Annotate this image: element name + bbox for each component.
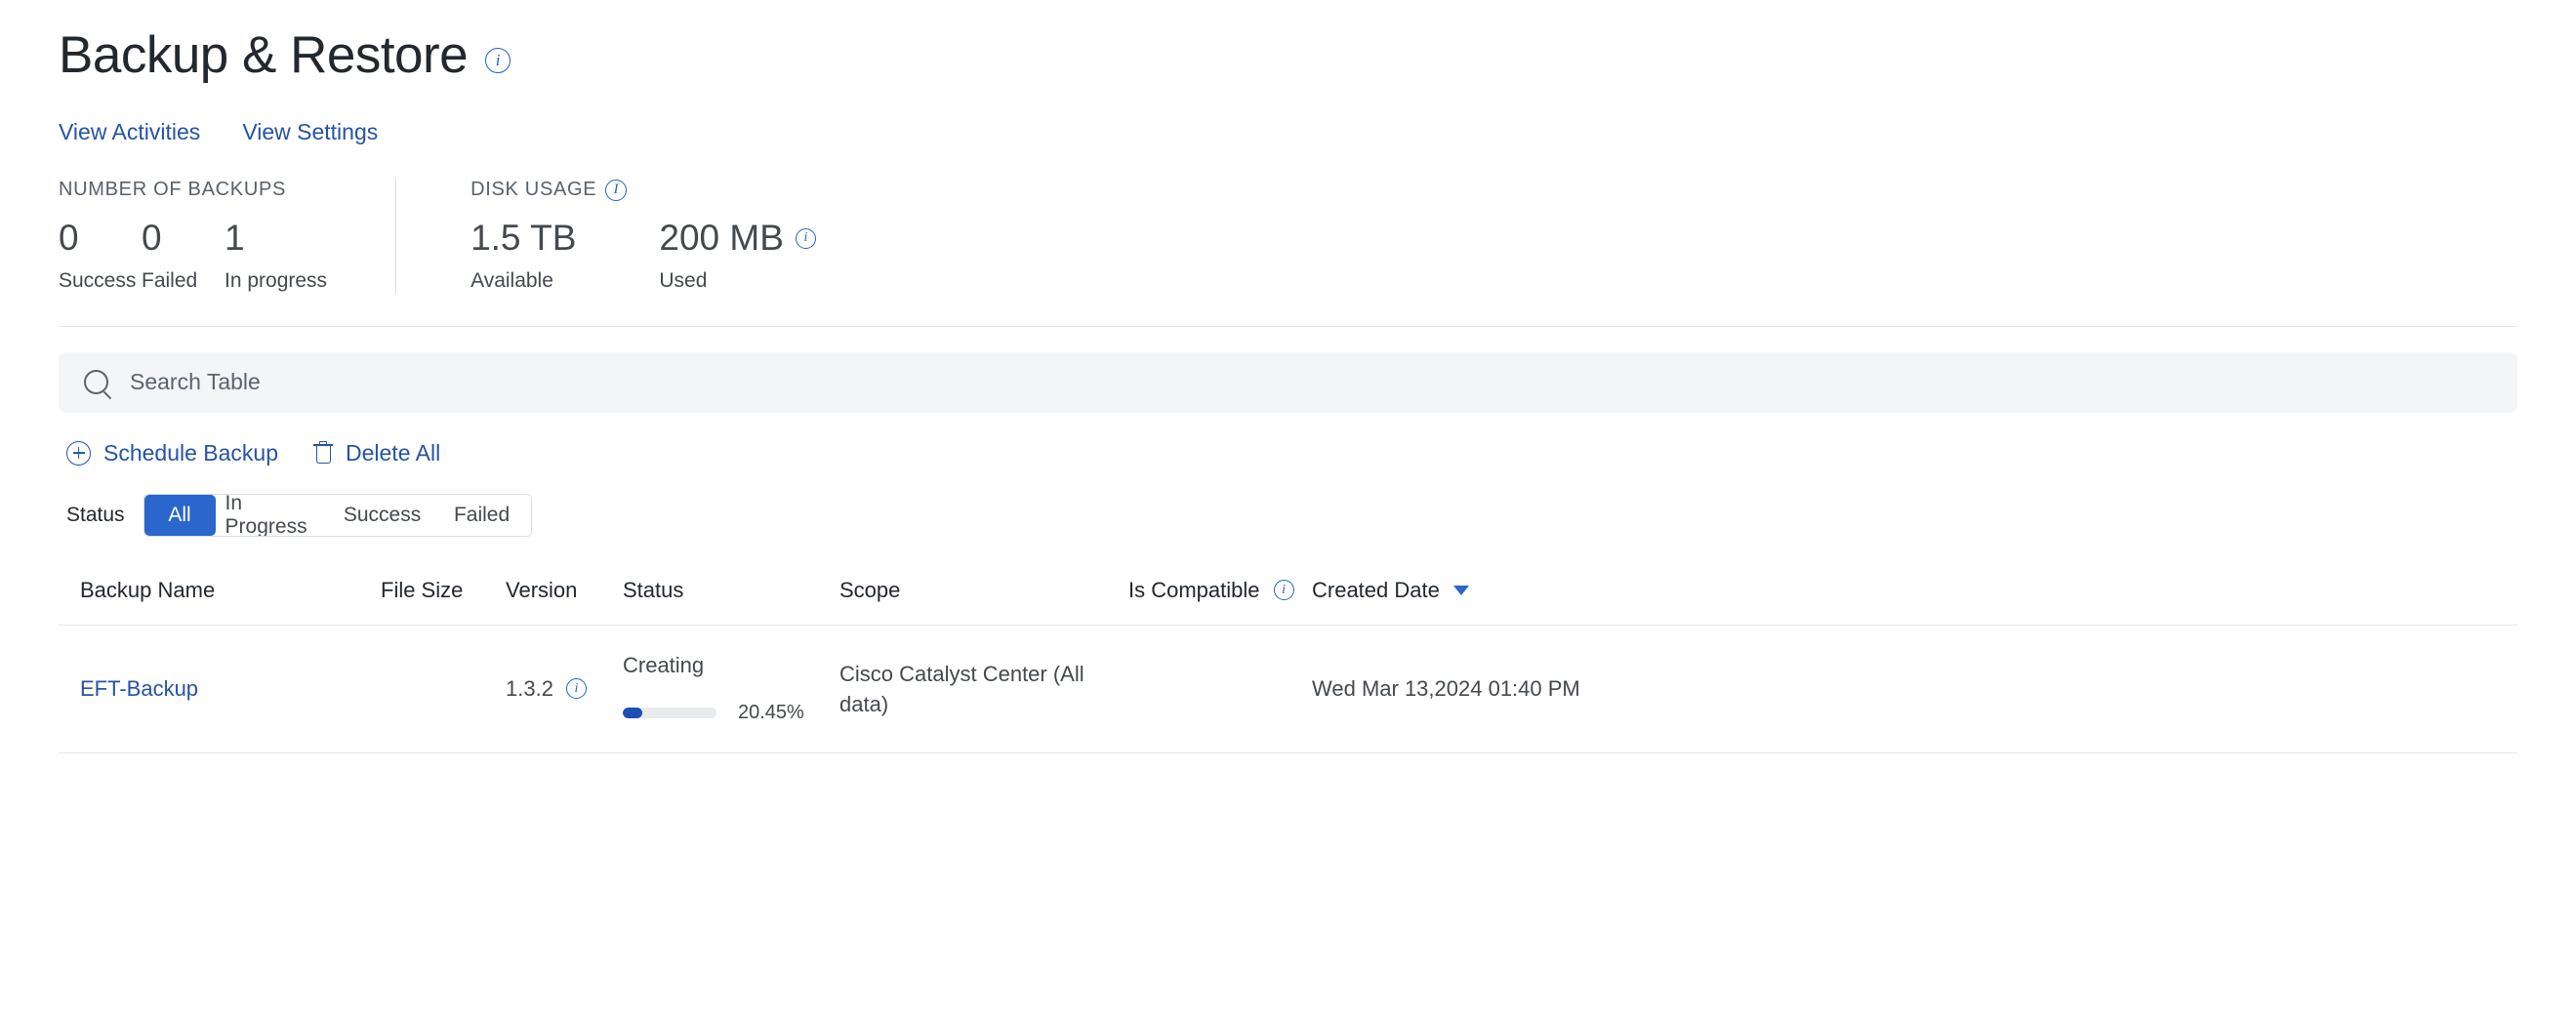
number-of-backups-values: 0 Success 0 Failed 1 In progress	[59, 217, 327, 293]
table-actions: Schedule Backup Delete All	[59, 440, 2517, 466]
version-info-icon[interactable]: i	[565, 678, 587, 700]
sort-descending-icon[interactable]	[1452, 585, 1469, 595]
stat-used-info-icon[interactable]: i	[795, 227, 816, 249]
disk-usage-info-icon[interactable]: i	[605, 179, 628, 201]
created-date-value: Wed Mar 13,2024 01:40 PM	[1312, 676, 1580, 702]
progress-fill	[623, 708, 642, 719]
schedule-backup-label: Schedule Backup	[103, 439, 279, 466]
status-filter-label: Status	[66, 503, 125, 526]
link-view-settings[interactable]: View Settings	[242, 119, 378, 145]
section-divider	[59, 325, 2517, 327]
link-view-activities[interactable]: View Activities	[59, 119, 200, 145]
search-input[interactable]: Search Table	[130, 369, 261, 395]
progress-percent-label: 20.45%	[738, 702, 804, 724]
status-filter: Status All In Progress Success Failed	[59, 493, 2517, 537]
backup-name-link[interactable]: EFT-Backup	[80, 676, 198, 701]
delete-all-button[interactable]: Delete All	[313, 440, 440, 466]
stat-in-progress-caption: In progress	[225, 268, 328, 292]
stat-available: 1.5 TB Available	[470, 217, 576, 293]
stat-failed: 0 Failed	[142, 217, 225, 293]
column-header-status[interactable]: Status	[623, 578, 839, 603]
disk-usage-label: DISK USAGE i	[470, 179, 816, 201]
status-filter-all[interactable]: All	[143, 494, 216, 536]
cell-backup-name: EFT-Backup	[59, 676, 381, 702]
page-header: Backup & Restore i	[59, 0, 2517, 84]
backup-restore-page: Backup & Restore i View Activities View …	[0, 0, 2576, 1014]
table-row[interactable]: EFT-Backup 1.3.2 i Creating 20.45% Cisco…	[59, 624, 2517, 753]
column-header-scope[interactable]: Scope	[839, 578, 1128, 603]
stat-in-progress-value: 1	[225, 218, 245, 259]
stat-in-progress: 1 In progress	[225, 217, 327, 293]
stat-failed-caption: Failed	[142, 268, 198, 292]
page-title: Backup & Restore	[59, 26, 469, 84]
stat-used: 200 MB i Used	[659, 217, 816, 293]
stat-used-value-wrap: 200 MB i	[659, 217, 816, 260]
stat-success-caption: Success	[59, 268, 137, 292]
plus-circle-icon	[66, 440, 91, 466]
disk-usage-label-text: DISK USAGE	[470, 179, 597, 201]
column-header-created-date[interactable]: Created Date	[1312, 578, 1644, 603]
progress-indicator: 20.45%	[623, 702, 839, 724]
backups-table: Backup Name File Size Version Status Sco…	[59, 578, 2517, 753]
cell-version: 1.3.2 i	[506, 676, 623, 702]
trash-icon	[313, 441, 334, 465]
number-of-backups-label: NUMBER OF BACKUPS	[59, 179, 287, 201]
stat-used-caption: Used	[659, 268, 708, 292]
quick-links: View Activities View Settings	[59, 119, 2517, 145]
page-title-info-icon[interactable]: i	[485, 48, 511, 74]
column-header-version[interactable]: Version	[506, 578, 623, 603]
column-header-is-compatible-label: Is Compatible	[1128, 577, 1260, 602]
cell-status: Creating 20.45%	[623, 653, 839, 724]
status-filter-in-progress[interactable]: In Progress	[215, 494, 332, 536]
is-compatible-info-icon[interactable]: i	[1273, 580, 1294, 601]
stats-row: NUMBER OF BACKUPS 0 Success 0 Failed 1 I…	[59, 179, 2517, 293]
disk-usage-values: 1.5 TB Available 200 MB i Used	[470, 217, 816, 293]
column-header-created-date-label: Created Date	[1312, 577, 1440, 602]
version-value: 1.3.2	[506, 675, 553, 701]
column-header-file-size[interactable]: File Size	[381, 578, 506, 603]
stat-available-value: 1.5 TB	[470, 218, 577, 259]
cell-scope: Cisco Catalyst Center (All data)	[839, 659, 1128, 719]
search-icon	[84, 370, 108, 395]
scope-value: Cisco Catalyst Center (All data)	[839, 661, 1084, 716]
table-header-row: Backup Name File Size Version Status Sco…	[59, 578, 2517, 625]
stat-group-disk-usage: DISK USAGE i 1.5 TB Available 200 MB i U…	[395, 179, 884, 293]
stat-success: 0 Success	[59, 217, 142, 293]
progress-track	[623, 708, 716, 719]
status-filter-failed[interactable]: Failed	[432, 494, 531, 536]
search-table-bar[interactable]: Search Table	[59, 351, 2517, 413]
cell-created-date: Wed Mar 13,2024 01:40 PM	[1312, 673, 1644, 704]
schedule-backup-button[interactable]: Schedule Backup	[66, 440, 278, 466]
column-header-backup-name[interactable]: Backup Name	[59, 578, 381, 603]
stat-success-value: 0	[59, 218, 79, 259]
stat-group-number-of-backups: NUMBER OF BACKUPS 0 Success 0 Failed 1 I…	[59, 179, 395, 293]
stat-failed-value: 0	[142, 218, 162, 259]
delete-all-label: Delete All	[346, 439, 441, 466]
column-header-is-compatible[interactable]: Is Compatible i	[1128, 578, 1312, 603]
status-value: Creating	[623, 653, 705, 678]
status-filter-success[interactable]: Success	[331, 494, 433, 536]
stat-available-caption: Available	[470, 268, 553, 292]
status-filter-group: All In Progress Success Failed	[143, 493, 532, 537]
stat-used-value: 200 MB	[659, 218, 784, 259]
